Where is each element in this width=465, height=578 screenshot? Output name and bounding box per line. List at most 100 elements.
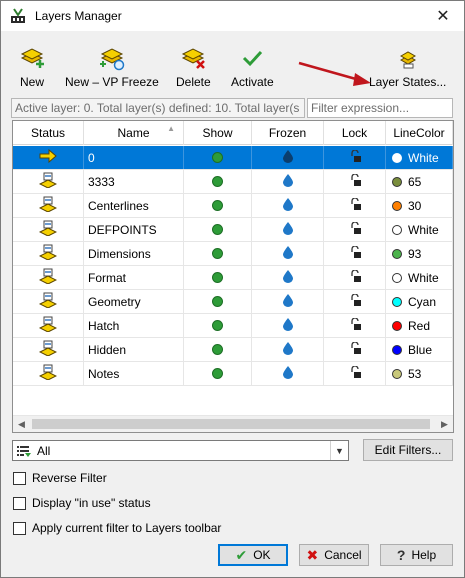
layer-linecolor-cell[interactable]: White xyxy=(386,218,453,241)
layer-show-cell[interactable] xyxy=(184,314,252,337)
layer-status-cell[interactable] xyxy=(13,146,84,169)
layer-show-cell[interactable] xyxy=(184,194,252,217)
layer-name-cell[interactable]: Notes xyxy=(84,362,184,385)
layer-name-cell[interactable]: Format xyxy=(84,266,184,289)
scroll-right-icon[interactable]: ▶ xyxy=(436,416,453,432)
layer-frozen-cell[interactable] xyxy=(252,170,324,193)
delete-layer-button[interactable]: Delete xyxy=(176,45,211,91)
layer-frozen-cell[interactable] xyxy=(252,146,324,169)
layer-lock-cell[interactable] xyxy=(324,338,386,361)
layer-frozen-cell[interactable] xyxy=(252,218,324,241)
column-header-show[interactable]: Show xyxy=(184,121,252,145)
layer-linecolor-cell[interactable]: Red xyxy=(386,314,453,337)
table-row[interactable]: Format White xyxy=(13,266,453,290)
layer-frozen-cell[interactable] xyxy=(252,290,324,313)
layer-linecolor-cell[interactable]: Blue xyxy=(386,338,453,361)
column-header-status[interactable]: Status xyxy=(13,121,84,145)
layer-show-cell[interactable] xyxy=(184,146,252,169)
layer-frozen-cell[interactable] xyxy=(252,194,324,217)
layer-states-button[interactable]: Layer States... xyxy=(369,45,446,91)
layer-status-cell[interactable] xyxy=(13,170,84,193)
table-row[interactable]: Hidden Blue xyxy=(13,338,453,362)
new-vp-freeze-button[interactable]: New – VP Freeze xyxy=(65,45,159,91)
filter-expression-input[interactable]: Filter expression... xyxy=(307,98,453,118)
table-row[interactable]: Centerlines 30 xyxy=(13,194,453,218)
layer-lock-cell[interactable] xyxy=(324,290,386,313)
layer-name-cell[interactable]: Hatch xyxy=(84,314,184,337)
layer-linecolor-cell[interactable]: 65 xyxy=(386,170,453,193)
column-header-lock[interactable]: Lock xyxy=(324,121,386,145)
layer-lock-cell[interactable] xyxy=(324,146,386,169)
layer-status-cell[interactable] xyxy=(13,314,84,337)
layer-show-cell[interactable] xyxy=(184,290,252,313)
layer-frozen-cell[interactable] xyxy=(252,242,324,265)
display-in-use-box[interactable] xyxy=(13,496,26,510)
apply-filter-toolbar-checkbox[interactable]: Apply current filter to Layers toolbar xyxy=(13,521,221,535)
layer-status-cell[interactable] xyxy=(13,242,84,265)
layer-lock-cell[interactable] xyxy=(324,314,386,337)
layer-frozen-cell[interactable] xyxy=(252,338,324,361)
layer-lock-cell[interactable] xyxy=(324,218,386,241)
layer-show-cell[interactable] xyxy=(184,338,252,361)
layer-lock-cell[interactable] xyxy=(324,194,386,217)
layer-name-cell[interactable]: 0 xyxy=(84,146,184,169)
cancel-button[interactable]: ✖ Cancel xyxy=(299,544,369,566)
layer-status-cell[interactable] xyxy=(13,194,84,217)
reverse-filter-checkbox[interactable]: Reverse Filter xyxy=(13,471,107,485)
layer-frozen-cell[interactable] xyxy=(252,314,324,337)
layer-lock-cell[interactable] xyxy=(324,170,386,193)
new-layer-button[interactable]: New xyxy=(19,45,45,91)
layer-status-cell[interactable] xyxy=(13,362,84,385)
layer-linecolor-cell[interactable]: 30 xyxy=(386,194,453,217)
layer-show-cell[interactable] xyxy=(184,362,252,385)
activate-layer-button[interactable]: Activate xyxy=(231,45,274,91)
edit-filters-button[interactable]: Edit Filters... xyxy=(363,439,453,461)
layer-linecolor-cell[interactable]: Cyan xyxy=(386,290,453,313)
layer-frozen-cell[interactable] xyxy=(252,266,324,289)
column-header-frozen[interactable]: Frozen xyxy=(252,121,324,145)
layer-show-cell[interactable] xyxy=(184,170,252,193)
table-row[interactable]: Geometry Cyan xyxy=(13,290,453,314)
close-button[interactable]: ✕ xyxy=(428,5,458,27)
layer-linecolor-cell[interactable]: White xyxy=(386,146,453,169)
layer-status-cell[interactable] xyxy=(13,338,84,361)
table-row[interactable]: 3333 65 xyxy=(13,170,453,194)
table-row[interactable]: Hatch Red xyxy=(13,314,453,338)
table-row[interactable]: Notes 53 xyxy=(13,362,453,386)
layer-name-cell[interactable]: Dimensions xyxy=(84,242,184,265)
layer-name-cell[interactable]: 3333 xyxy=(84,170,184,193)
chevron-down-icon[interactable]: ▼ xyxy=(330,441,348,460)
apply-filter-toolbar-box[interactable] xyxy=(13,521,26,535)
layer-filter-select[interactable]: All ▼ xyxy=(12,440,349,461)
display-in-use-checkbox[interactable]: Display "in use" status xyxy=(13,496,151,510)
layer-status-cell[interactable] xyxy=(13,218,84,241)
layer-name-cell[interactable]: DEFPOINTS xyxy=(84,218,184,241)
column-header-name[interactable]: Name ▲ xyxy=(84,121,184,145)
layer-lock-cell[interactable] xyxy=(324,242,386,265)
horizontal-scrollbar[interactable]: ◀ ▶ xyxy=(13,415,453,432)
layer-show-cell[interactable] xyxy=(184,266,252,289)
reverse-filter-box[interactable] xyxy=(13,471,26,485)
layer-name-cell[interactable]: Hidden xyxy=(84,338,184,361)
column-header-linecolor[interactable]: LineColor xyxy=(386,121,453,145)
layer-show-cell[interactable] xyxy=(184,242,252,265)
help-button[interactable]: ? Help xyxy=(380,544,453,566)
layer-linecolor-cell[interactable]: White xyxy=(386,266,453,289)
scroll-left-icon[interactable]: ◀ xyxy=(13,416,30,432)
table-row[interactable]: DEFPOINTS White xyxy=(13,218,453,242)
layer-lock-cell[interactable] xyxy=(324,266,386,289)
layer-frozen-cell[interactable] xyxy=(252,362,324,385)
table-row[interactable]: Dimensions 93 xyxy=(13,242,453,266)
layer-status-cell[interactable] xyxy=(13,290,84,313)
table-row[interactable]: 0 White xyxy=(13,146,453,170)
layer-icon xyxy=(38,172,58,191)
layer-name-cell[interactable]: Geometry xyxy=(84,290,184,313)
ok-button[interactable]: ✔ OK xyxy=(218,544,288,566)
layer-name-cell[interactable]: Centerlines xyxy=(84,194,184,217)
layer-show-cell[interactable] xyxy=(184,218,252,241)
layer-lock-cell[interactable] xyxy=(324,362,386,385)
layer-linecolor-cell[interactable]: 53 xyxy=(386,362,453,385)
scrollbar-thumb[interactable] xyxy=(32,419,430,429)
layer-status-cell[interactable] xyxy=(13,266,84,289)
layer-linecolor-cell[interactable]: 93 xyxy=(386,242,453,265)
